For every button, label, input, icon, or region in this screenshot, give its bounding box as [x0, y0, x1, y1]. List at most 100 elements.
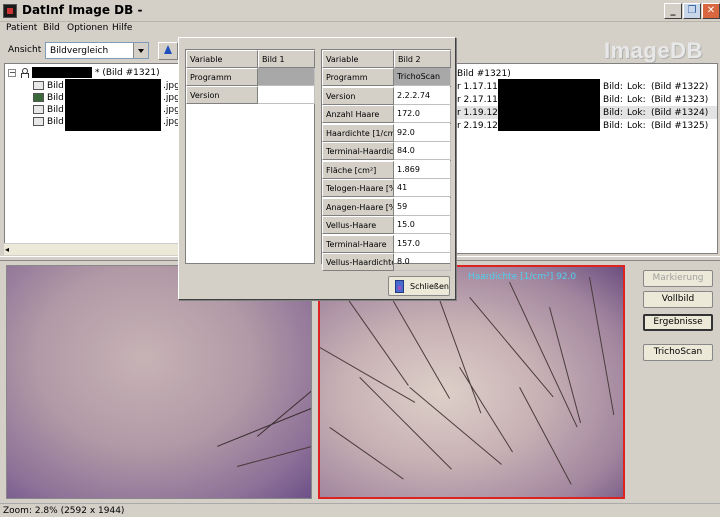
image-list[interactable]: Bild #1321) r 1.17.11. Bild: Lok: (Bild … — [442, 63, 718, 254]
row-label: Anzahl Haare — [322, 105, 394, 123]
list-item-bild: Bild: — [603, 82, 623, 92]
exit-door-icon — [395, 280, 404, 293]
cell-value[interactable] — [258, 86, 315, 104]
schliessen-label: Schließen — [410, 282, 449, 291]
markierung-button[interactable]: Markierung — [643, 270, 713, 287]
hair-strand — [459, 367, 513, 453]
row-label: Haardichte [1/cm²] — [322, 123, 394, 142]
cell-value[interactable]: 15.0 — [394, 216, 451, 234]
chevron-down-icon[interactable] — [133, 43, 148, 58]
image-view-right[interactable]: Haardichte [1/cm²] 92.0 — [318, 265, 625, 499]
cell-value[interactable] — [258, 68, 315, 86]
maximize-button[interactable]: ❐ — [683, 3, 701, 19]
column-header-variable: Variable — [322, 50, 394, 68]
list-item-id: (Bild #1323) — [651, 95, 709, 105]
menu-bild[interactable]: Bild — [43, 23, 60, 33]
image-file-icon — [33, 105, 44, 114]
cell-value[interactable]: 41 — [394, 179, 451, 197]
hair-strand — [589, 277, 615, 416]
image-file-icon — [33, 81, 44, 90]
hair-strand — [217, 401, 311, 447]
menu-patient[interactable]: Patient — [6, 23, 37, 33]
zoom-status: Zoom: 2.8% (2592 x 1944) — [3, 506, 125, 516]
tree-item-label[interactable]: Bild — [47, 93, 64, 103]
hair-strand — [469, 297, 554, 398]
overlay-haardichte: Haardichte [1/cm²] 92.0 — [468, 272, 577, 282]
cell-value[interactable]: 92.0 — [394, 123, 451, 142]
redacted-filenames — [65, 79, 161, 131]
image-file-icon — [33, 117, 44, 126]
cell-value[interactable]: 59 — [394, 197, 451, 216]
app-icon — [3, 4, 17, 18]
tree-item-label[interactable]: Bild — [47, 105, 64, 115]
vollbild-button[interactable]: Vollbild — [643, 291, 713, 308]
hair-strand — [549, 307, 582, 424]
cell-value[interactable]: TrichoScan — [394, 68, 451, 86]
list-item-date: r 2.17.11. — [457, 95, 501, 105]
patient-icon — [20, 68, 29, 78]
close-window-button[interactable]: ✕ — [702, 3, 720, 19]
list-item-date: r 2.19.12. — [457, 121, 501, 131]
cell-value[interactable]: 84.0 — [394, 142, 451, 160]
list-item-lok: Lok: — [627, 108, 646, 118]
cell-value[interactable]: 157.0 — [394, 234, 451, 253]
list-item-date: r 1.17.11. — [457, 82, 501, 92]
cell-value[interactable]: 8.0 — [394, 253, 451, 271]
hair-strand — [409, 387, 502, 465]
hair-strand — [237, 445, 311, 467]
row-label: Terminal-Haare — [322, 234, 394, 253]
image-file-icon — [33, 93, 44, 102]
title-bar: DatInf Image DB - _ ❐ ✕ — [0, 0, 720, 22]
tree-horizontal-scrollbar[interactable]: ◂ — [4, 243, 182, 255]
ansicht-label: Ansicht — [8, 45, 42, 55]
imagedb-logo: ImageDB — [604, 38, 703, 63]
hair-strand — [339, 287, 409, 386]
list-item-id: (Bild #1322) — [651, 82, 709, 92]
list-header-text: Bild #1321) — [457, 69, 511, 79]
row-label: Programm — [322, 68, 394, 86]
status-bar: Zoom: 2.8% (2592 x 1944) — [0, 503, 720, 517]
redacted-list-names — [498, 79, 600, 131]
ansicht-select[interactable]: Bildvergleich — [45, 42, 149, 59]
column-header-variable: Variable — [186, 50, 258, 68]
menu-optionen[interactable]: Optionen — [67, 23, 108, 33]
image-view-left[interactable] — [6, 265, 312, 499]
results-grid-bild1: Variable Bild 1 Programm Version — [185, 49, 315, 264]
row-label: Programm — [186, 68, 258, 86]
list-item-date: r 1.19.12. — [457, 108, 501, 118]
cell-value[interactable]: 2.2.2.74 — [394, 86, 451, 105]
tree-item-label[interactable]: Bild — [47, 81, 64, 91]
arrow-up-icon[interactable] — [158, 42, 178, 60]
tree-root-label[interactable]: * (Bild #1321) — [95, 68, 160, 78]
hair-strand — [329, 427, 404, 480]
redacted-patient-name — [32, 67, 92, 78]
row-label: Version — [322, 86, 394, 105]
list-item-id: (Bild #1324) — [651, 108, 709, 118]
window-title: DatInf Image DB - — [22, 3, 143, 17]
row-label: Vellus-Haardichte [1. — [322, 253, 394, 271]
collapse-icon[interactable]: − — [8, 69, 16, 77]
row-label: Anagen-Haare [%] — [322, 197, 394, 216]
results-grid-bild2: Variable Bild 2 Programm TrichoScan Versio… — [321, 49, 451, 271]
list-item-lok: Lok: — [627, 82, 646, 92]
list-item-lok: Lok: — [627, 121, 646, 131]
list-item-bild: Bild: — [603, 95, 623, 105]
row-label: Telogen-Haare [%] — [322, 179, 394, 197]
tree-item-label[interactable]: Bild — [47, 117, 64, 127]
scroll-left-icon[interactable]: ◂ — [5, 245, 15, 255]
hair-strand — [257, 378, 311, 437]
list-item-bild: Bild: — [603, 108, 623, 118]
menu-bar: Patient Bild Optionen Hilfe — [0, 22, 720, 37]
list-item-lok: Lok: — [627, 95, 646, 105]
cell-value[interactable]: 1.869 — [394, 160, 451, 179]
trichoscan-button[interactable]: TrichoScan — [643, 344, 713, 361]
ergebnisse-button[interactable]: Ergebnisse — [643, 314, 713, 331]
image-tree[interactable]: − * (Bild #1321) Bild .jpg Bild .jpg Bil… — [4, 63, 182, 254]
row-label: Vellus-Haare — [322, 216, 394, 234]
column-header-bild1: Bild 1 — [258, 50, 315, 68]
minimize-button[interactable]: _ — [664, 3, 682, 19]
list-item-id: (Bild #1325) — [651, 121, 709, 131]
schliessen-button[interactable]: Schließen — [388, 276, 450, 296]
cell-value[interactable]: 172.0 — [394, 105, 451, 123]
menu-hilfe[interactable]: Hilfe — [112, 23, 132, 33]
